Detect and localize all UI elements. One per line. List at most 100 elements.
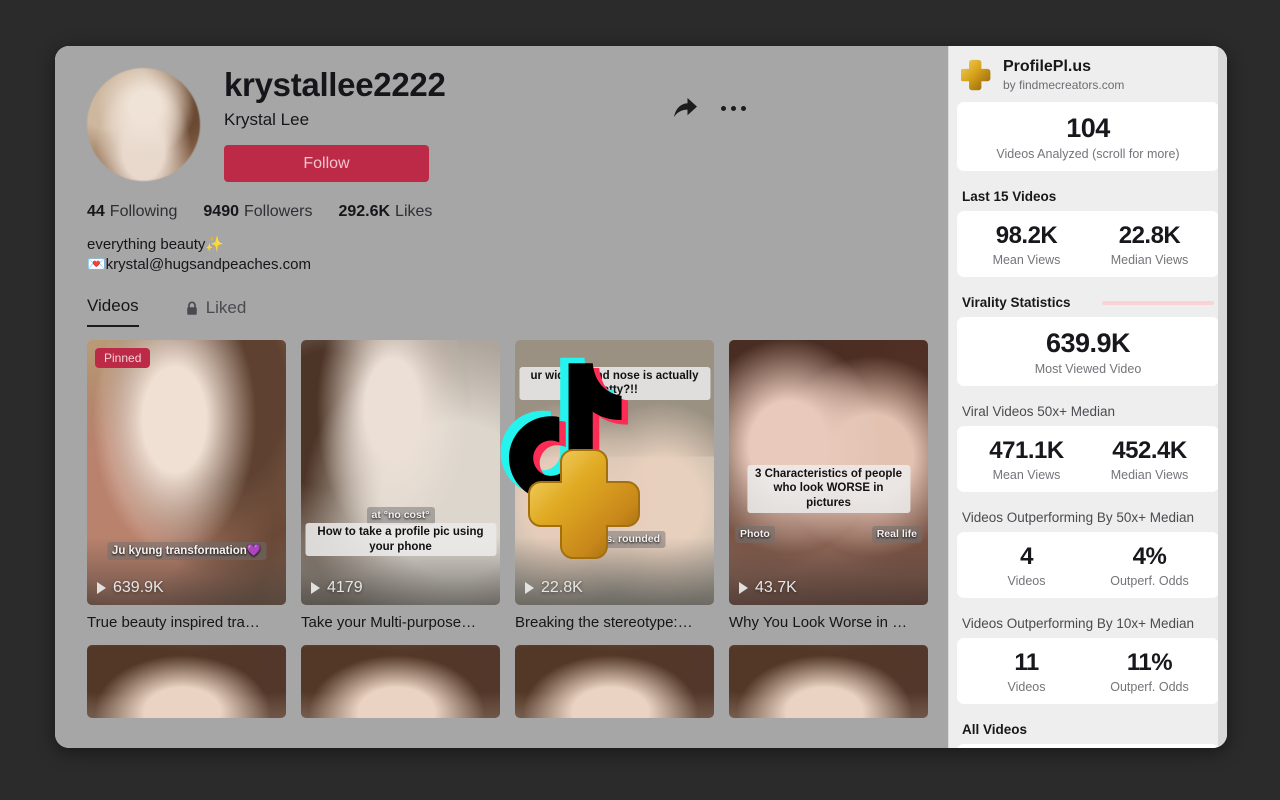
play-count: 639.9K <box>97 579 164 597</box>
gold-plus-icon <box>961 59 993 91</box>
share-arrow-icon[interactable] <box>671 95 699 121</box>
thumbnail-overlay-text: How to take a profile pic using your pho… <box>305 523 496 556</box>
profile-stats: 44Following 9490Followers 292.6KLikes <box>87 203 910 221</box>
video-cell: Ju kyung transformation💜 Pinned 639.9K T… <box>87 340 286 631</box>
video-thumbnail[interactable]: ur wide, round nose is actually pretty?!… <box>515 340 714 605</box>
tab-liked[interactable]: Liked <box>185 298 247 327</box>
videos-analyzed-label: Videos Analyzed (scroll for more) <box>965 147 1211 161</box>
tiktok-profile-pane: krystallee2222 Krystal Lee Follow 44 Foll… <box>55 46 948 748</box>
play-count: 4179 <box>311 579 363 597</box>
metric-value: 4% <box>1088 543 1211 571</box>
metric: 11 Videos <box>965 649 1088 694</box>
play-count-value: 639.9K <box>113 579 164 597</box>
metric: 98.2K Mean Views <box>965 222 1088 267</box>
video-thumbnail[interactable] <box>87 645 286 718</box>
metric-value: 471.1K <box>965 437 1088 465</box>
pinned-badge: Pinned <box>95 348 150 368</box>
app-window: krystallee2222 Krystal Lee Follow 44 Foll… <box>55 46 1227 748</box>
metric-value: 22.8K <box>1088 222 1211 250</box>
stat-followers-label: Followers <box>244 203 312 220</box>
video-thumbnail[interactable] <box>729 645 928 718</box>
thumbnail-image <box>87 645 286 718</box>
thumbnail-overlay-text: sharp vs. rounded <box>564 531 665 548</box>
thumbnail-overlay-text: at °no cost° <box>367 507 435 524</box>
metric: 4 Videos <box>965 543 1088 588</box>
more-options-icon[interactable] <box>721 106 746 111</box>
stat-followers: 9490 Followers <box>203 203 312 221</box>
thumbnail-image <box>301 645 500 718</box>
thumbnail-image <box>729 645 928 718</box>
videos-analyzed-card: 104 Videos Analyzed (scroll for more) <box>957 102 1219 171</box>
metric-label: Mean Views <box>965 253 1088 267</box>
profile-display-name: Krystal Lee <box>224 110 446 130</box>
section-label-viral-50x: Viral Videos 50x+ Median <box>957 395 1219 426</box>
follow-button[interactable]: Follow <box>224 145 429 182</box>
sidebar-header: ProfilePl.us by findmecreators.com <box>957 46 1219 102</box>
stat-likes-value: 292.6K <box>338 203 390 220</box>
viral-50x-metrics-card: 471.1K Mean Views 452.4K Median Views <box>957 426 1219 492</box>
metric: 22.8K Median Views <box>1088 222 1211 267</box>
profile-bio: everything beauty✨ 💌krystal@hugsandpeach… <box>87 235 910 275</box>
metric-label: Outperf. Odds <box>1088 574 1211 588</box>
video-cell <box>729 645 928 718</box>
profile-avatar[interactable] <box>87 68 200 181</box>
stat-following-label: Following <box>110 203 178 220</box>
play-icon <box>311 582 320 594</box>
video-caption[interactable]: Breaking the stereotype:… <box>515 614 714 631</box>
outperf-10x-metrics-card: 11 Videos 11% Outperf. Odds <box>957 638 1219 704</box>
metric-label: Median Views <box>1088 253 1211 267</box>
video-thumbnail[interactable]: Ju kyung transformation💜 Pinned 639.9K <box>87 340 286 605</box>
video-cell <box>87 645 286 718</box>
sidebar-scrollbar[interactable] <box>1218 46 1227 748</box>
section-label-outperf-50x: Videos Outperforming By 50x+ Median <box>957 501 1219 532</box>
metric-label: Videos <box>965 680 1088 694</box>
thumbnail-overlay-text: ur wide, round nose is actually pretty?!… <box>519 367 710 400</box>
tab-videos[interactable]: Videos <box>87 296 139 327</box>
metric-value: 4 <box>965 543 1088 571</box>
lock-icon <box>185 301 199 316</box>
last-15-metrics-card: 98.2K Mean Views 22.8K Median Views <box>957 211 1219 277</box>
section-label-text: Virality Statistics <box>962 295 1071 310</box>
metric-label: Most Viewed Video <box>965 362 1211 376</box>
video-caption[interactable]: Why You Look Worse in … <box>729 614 928 631</box>
video-thumbnail[interactable] <box>515 645 714 718</box>
video-cell <box>301 645 500 718</box>
metric: 471.1K Mean Views <box>965 437 1088 482</box>
metric-label: Outperf. Odds <box>1088 680 1211 694</box>
video-caption[interactable]: True beauty inspired tra… <box>87 614 286 631</box>
video-thumbnail[interactable]: at °no cost° How to take a profile pic u… <box>301 340 500 605</box>
play-icon <box>525 582 534 594</box>
stat-following-value: 44 <box>87 203 105 220</box>
video-caption[interactable]: Take your Multi-purpose… <box>301 614 500 631</box>
metric-label: Median Views <box>1088 468 1211 482</box>
profile-username: krystallee2222 <box>224 66 446 104</box>
play-count: 43.7K <box>739 579 797 597</box>
videos-analyzed-value: 104 <box>965 113 1211 144</box>
thumbnail-overlay-text: Photo <box>735 526 775 543</box>
video-thumbnail[interactable]: 3 Characteristics of people who look WOR… <box>729 340 928 605</box>
video-cell: 3 Characteristics of people who look WOR… <box>729 340 928 631</box>
section-label-text: Last 15 Videos <box>962 189 1056 204</box>
section-label-outperf-10x: Videos Outperforming By 10x+ Median <box>957 607 1219 638</box>
video-cell: ur wide, round nose is actually pretty?!… <box>515 340 714 631</box>
bio-line-2: 💌krystal@hugsandpeaches.com <box>87 255 910 275</box>
video-cell: at °no cost° How to take a profile pic u… <box>301 340 500 631</box>
metric: 4% Outperf. Odds <box>1088 543 1211 588</box>
play-icon <box>97 582 106 594</box>
section-label-all-videos: All Videos <box>957 713 1219 744</box>
brand-subtitle: by findmecreators.com <box>1003 78 1124 92</box>
video-thumbnail[interactable] <box>301 645 500 718</box>
thumbnail-overlay-text: Real life <box>872 526 922 543</box>
tab-videos-label: Videos <box>87 296 139 316</box>
play-count-value: 22.8K <box>541 579 583 597</box>
video-grid: Ju kyung transformation💜 Pinned 639.9K T… <box>87 340 910 718</box>
brand-title: ProfilePl.us <box>1003 58 1124 76</box>
section-label-last-15: Last 15 Videos <box>957 180 1219 211</box>
stat-followers-value: 9490 <box>203 203 239 220</box>
metric-value: 639.9K <box>965 328 1211 359</box>
play-count-value: 43.7K <box>755 579 797 597</box>
profile-header: krystallee2222 Krystal Lee Follow <box>87 60 910 182</box>
metric: 452.4K Median Views <box>1088 437 1211 482</box>
profile-header-actions <box>671 95 746 121</box>
video-cell <box>515 645 714 718</box>
